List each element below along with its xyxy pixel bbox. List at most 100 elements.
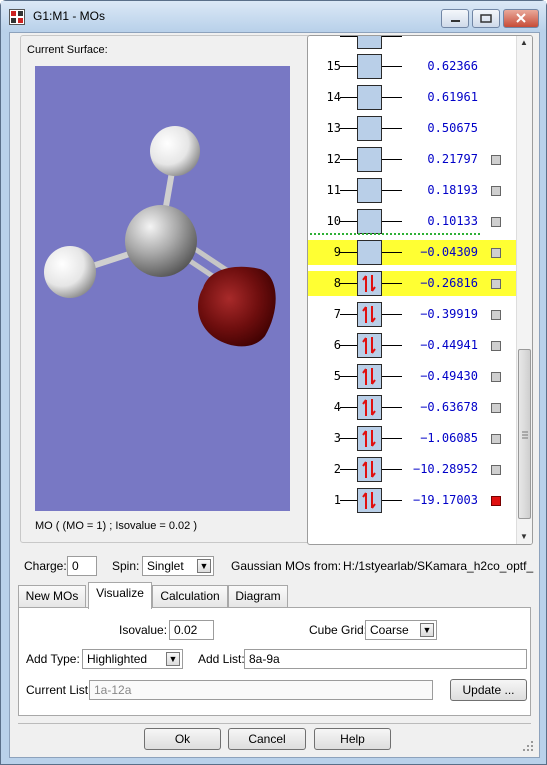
homo-lumo-separator <box>310 233 480 235</box>
mo-row[interactable]: 7 −0.39919 <box>308 302 518 327</box>
mo-surface-checkbox[interactable] <box>491 341 501 351</box>
tab-visualize[interactable]: Visualize <box>88 582 152 609</box>
update-button[interactable]: Update ... <box>450 679 527 701</box>
mo-surface-checkbox[interactable] <box>491 155 501 165</box>
add-list-field[interactable]: 8a-9a <box>244 649 527 669</box>
mo-level-line <box>340 252 357 253</box>
mo-level-line <box>340 407 357 408</box>
spin-select[interactable]: Singlet ▼ <box>142 556 214 576</box>
mo-energy: 0.21797 <box>427 152 478 166</box>
mo-row[interactable]: 4 −0.63678 <box>308 395 518 420</box>
mo-diagram-list[interactable]: 15 0.62366 14 0.61961 13 0.50675 12 0.21797 11 0.… <box>307 35 533 545</box>
title-bar[interactable]: G1:M1 - MOs <box>1 1 546 31</box>
mo-row[interactable]: 14 0.61961 <box>308 85 518 110</box>
mo-surface-checkbox[interactable] <box>491 279 501 289</box>
mo-level-box[interactable] <box>357 457 382 482</box>
mo-surface-checkbox[interactable] <box>491 186 501 196</box>
maximize-button[interactable] <box>472 9 500 28</box>
mo-row[interactable]: 11 0.18193 <box>308 178 518 203</box>
charge-field[interactable]: 0 <box>67 556 97 576</box>
cancel-button[interactable]: Cancel <box>228 728 306 750</box>
mo-level-box[interactable] <box>357 395 382 420</box>
mo-surface-checkbox[interactable] <box>491 403 501 413</box>
visualize-tab-panel: Isovalue: 0.02 Cube Grid: Coarse ▼ Add T… <box>18 607 531 716</box>
mo-surface-checkbox[interactable] <box>491 372 501 382</box>
mo-row[interactable]: 12 0.21797 <box>308 147 518 172</box>
mo-row[interactable]: 2 −10.28952 <box>308 457 518 482</box>
mo-surface-checkbox[interactable] <box>491 310 501 320</box>
mo-level-box[interactable] <box>357 36 382 49</box>
mo-level-box[interactable] <box>357 54 382 79</box>
mo-energy: −0.39919 <box>420 307 478 321</box>
mo-level-box[interactable] <box>357 116 382 141</box>
hydrogen-atom <box>44 246 96 298</box>
formaldehyde-molecule-render <box>44 126 276 347</box>
tab-calculation[interactable]: Calculation <box>152 585 228 607</box>
mo-level-box[interactable] <box>357 488 382 513</box>
mo-row[interactable]: 15 0.62366 <box>308 54 518 79</box>
ok-button[interactable]: Ok <box>144 728 221 750</box>
mo-energy: −0.49430 <box>420 369 478 383</box>
mo-row[interactable]: 8 −0.26816 <box>308 271 518 296</box>
molecule-viewer[interactable] <box>35 66 290 511</box>
chevron-down-icon[interactable]: ▼ <box>166 652 180 666</box>
mo-energy: −0.26816 <box>420 276 478 290</box>
mo-level-line <box>382 283 402 284</box>
close-button[interactable] <box>503 9 539 28</box>
tab-diagram[interactable]: Diagram <box>228 585 288 607</box>
mo-surface-checkbox[interactable] <box>491 248 501 258</box>
charge-label: Charge: <box>24 559 67 573</box>
mo-surface-checkbox[interactable] <box>491 465 501 475</box>
mo-level-line <box>340 128 357 129</box>
cube-grid-select[interactable]: Coarse ▼ <box>365 620 437 640</box>
add-type-label: Add Type: <box>26 652 80 666</box>
mo-level-box[interactable] <box>357 426 382 451</box>
gaussview-app-icon[interactable] <box>9 9 25 25</box>
mo-row[interactable]: 13 0.50675 <box>308 116 518 141</box>
mo-row[interactable]: 6 −0.44941 <box>308 333 518 358</box>
mo-level-box[interactable] <box>357 147 382 172</box>
mo-energy: −10.28952 <box>412 462 478 476</box>
mo-surface-checkbox[interactable] <box>491 434 501 444</box>
scroll-up-arrow-icon[interactable]: ▲ <box>520 38 528 47</box>
mo-level-box[interactable] <box>357 209 382 234</box>
current-list-label: Current List: <box>26 683 92 697</box>
chevron-down-icon[interactable]: ▼ <box>420 623 434 637</box>
spin-value: Singlet <box>147 559 184 573</box>
scroll-down-arrow-icon[interactable]: ▼ <box>520 532 528 541</box>
mo-surface-checkbox[interactable] <box>491 496 501 506</box>
mo-row[interactable]: 9 −0.04309 <box>308 240 518 265</box>
mo-level-line <box>382 407 402 408</box>
mo-surface-checkbox[interactable] <box>491 217 501 227</box>
mo-level-box[interactable] <box>357 178 382 203</box>
scroll-thumb[interactable] <box>518 349 531 519</box>
isovalue-field[interactable]: 0.02 <box>169 620 214 640</box>
electron-pair-arrows-icon <box>362 461 376 478</box>
mo-level-box[interactable] <box>357 85 382 110</box>
mo-row[interactable]: 10 0.10133 <box>308 209 518 234</box>
restore-icon <box>480 14 492 23</box>
minimize-icon <box>451 20 460 22</box>
mo-row[interactable]: 1 −19.17003 <box>308 488 518 513</box>
mo-level-box[interactable] <box>357 302 382 327</box>
electron-pair-arrows-icon <box>362 275 376 292</box>
mo-level-box[interactable] <box>357 240 382 265</box>
mo-energy: −0.04309 <box>420 245 478 259</box>
help-button[interactable]: Help <box>314 728 391 750</box>
mo-row[interactable]: 5 −0.49430 <box>308 364 518 389</box>
mo-number: 10 <box>326 214 341 228</box>
mo-list-scrollbar[interactable]: ▲ ▼ <box>516 36 532 544</box>
resize-grip-icon[interactable] <box>523 741 535 753</box>
mo-level-box[interactable] <box>357 333 382 358</box>
chevron-down-icon[interactable]: ▼ <box>197 559 211 573</box>
source-path: H:/1styearlab/SKamara_h2co_optf_ <box>343 559 534 573</box>
mo-level-box[interactable] <box>357 271 382 296</box>
minimize-button[interactable] <box>441 9 469 28</box>
window-title: G1:M1 - MOs <box>33 9 106 23</box>
mo-level-line <box>340 469 357 470</box>
tab-new-mos[interactable]: New MOs <box>18 585 86 607</box>
mo-row[interactable]: 3 −1.06085 <box>308 426 518 451</box>
mo-level-box[interactable] <box>357 364 382 389</box>
mos-window: G1:M1 - MOs Current Surface: MO ((MO = … <box>0 0 547 765</box>
add-type-select[interactable]: Highlighted ▼ <box>82 649 183 669</box>
